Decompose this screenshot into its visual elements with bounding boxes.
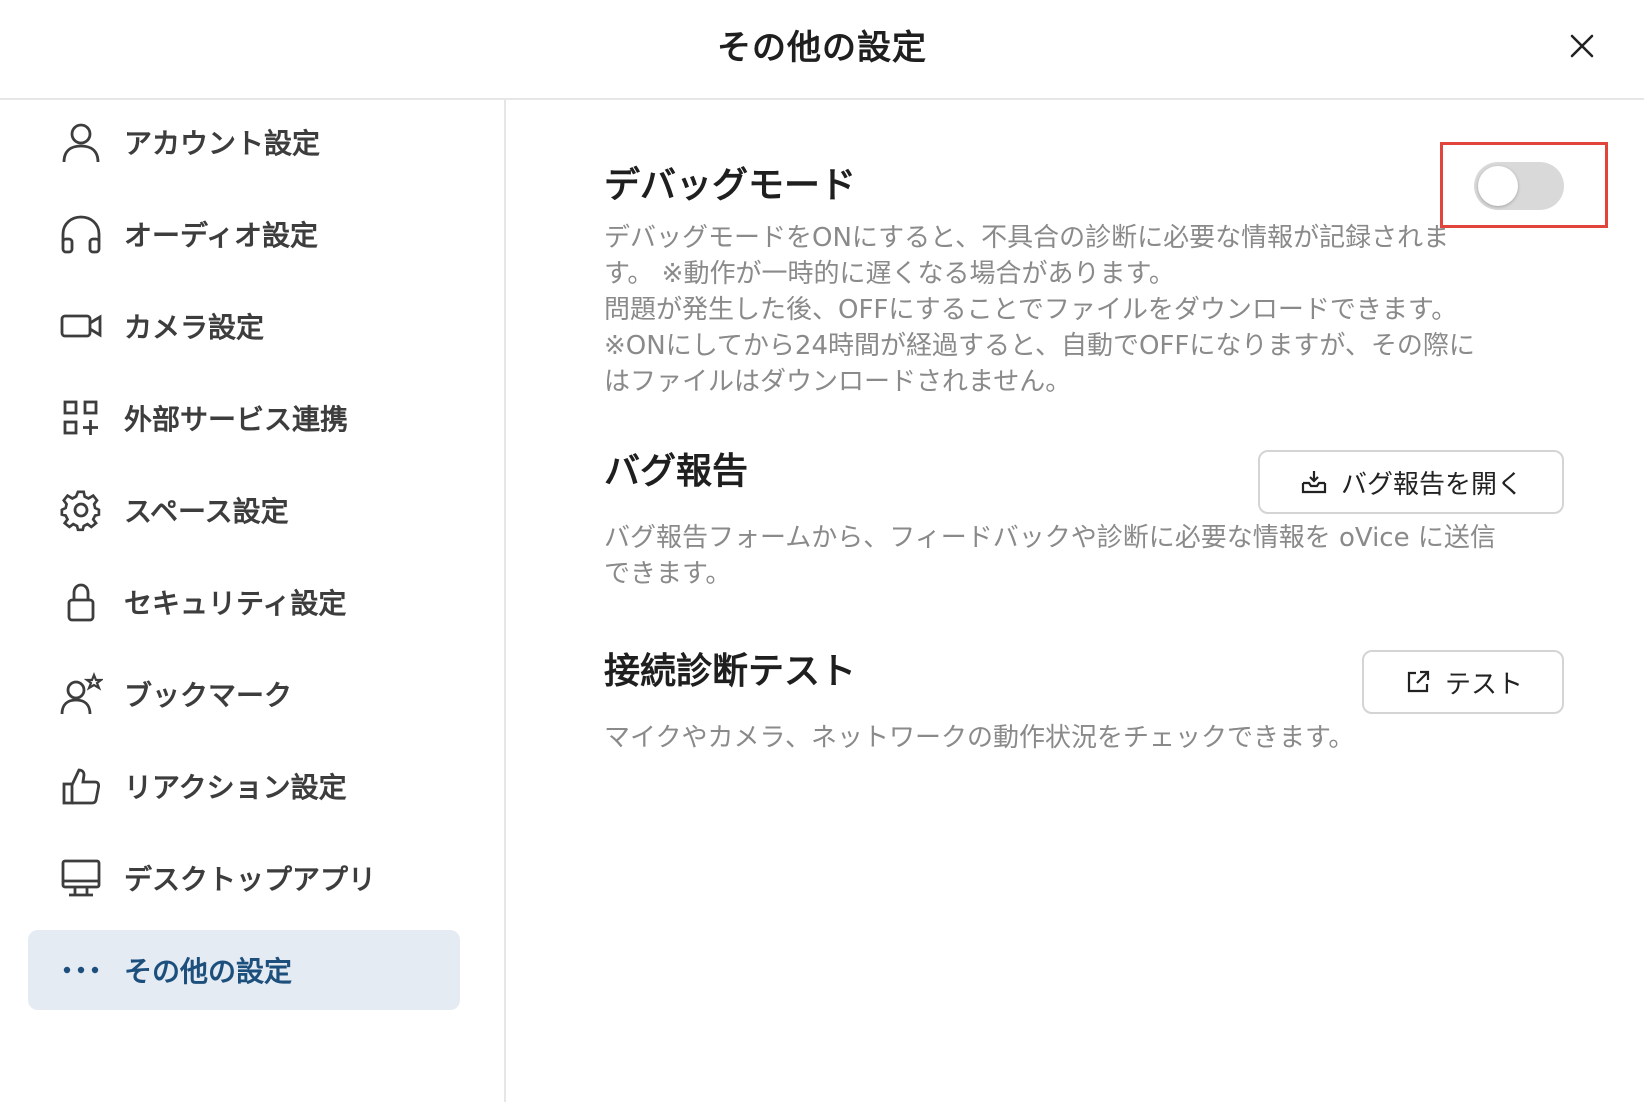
more-dots-icon	[58, 947, 104, 993]
monitor-icon	[58, 855, 104, 901]
sidebar-item-label: オーディオ設定	[124, 219, 319, 252]
sidebar-item-other-settings[interactable]: その他の設定	[28, 930, 460, 1010]
sidebar-item-account[interactable]: アカウント設定	[28, 102, 460, 182]
sidebar-item-bookmark[interactable]: ブックマーク	[28, 654, 460, 734]
sidebar-item-label: デスクトップアプリ	[124, 863, 377, 896]
sidebar-item-label: ブックマーク	[124, 679, 293, 712]
sidebar-item-integrations[interactable]: 外部サービス連携	[28, 378, 460, 458]
sidebar-item-label: アカウント設定	[124, 127, 321, 160]
sidebar-item-camera[interactable]: カメラ設定	[28, 286, 460, 366]
sidebar-item-desktop-app[interactable]: デスクトップアプリ	[28, 838, 460, 918]
video-camera-icon	[58, 303, 104, 349]
sidebar-item-reaction[interactable]: リアクション設定	[28, 746, 460, 826]
headphones-icon	[58, 211, 104, 257]
connection-test-button[interactable]: テスト	[1362, 650, 1564, 714]
sidebar-item-label: スペース設定	[124, 495, 289, 528]
sidebar-item-label: セキュリティ設定	[124, 587, 347, 620]
debug-mode-title: デバッグモード	[604, 165, 857, 206]
user-star-icon	[58, 671, 104, 717]
close-button[interactable]	[1560, 24, 1604, 68]
sidebar-item-label: リアクション設定	[124, 771, 347, 804]
sidebar: アカウント設定 オーディオ設定 カメラ設定 外部サービス連携 スペース設定 セキ…	[0, 100, 506, 1102]
external-link-icon	[1403, 667, 1433, 697]
debug-mode-toggle[interactable]	[1474, 162, 1564, 210]
open-bug-report-label: バグ報告を開く	[1340, 469, 1523, 500]
toggle-knob	[1478, 166, 1518, 206]
sidebar-item-label: カメラ設定	[124, 311, 265, 344]
sidebar-item-audio[interactable]: オーディオ設定	[28, 194, 460, 274]
sidebar-item-space[interactable]: スペース設定	[28, 470, 460, 550]
apps-grid-icon	[58, 395, 104, 441]
connection-test-title: 接続診断テスト	[604, 651, 857, 692]
close-icon	[1570, 34, 1594, 58]
inbox-download-icon	[1299, 467, 1329, 497]
connection-test-description: マイクやカメラ、ネットワークの動作状況をチェックできます。	[604, 723, 1355, 753]
sidebar-item-label: 外部サービス連携	[124, 403, 349, 436]
sidebar-item-security[interactable]: セキュリティ設定	[28, 562, 460, 642]
page-title: その他の設定	[717, 28, 927, 68]
dialog-header: その他の設定	[0, 0, 1644, 100]
settings-content: デバッグモード デバッグモードをONにすると、不具合の診断に必要な情報が記録され…	[506, 100, 1644, 1102]
lock-icon	[58, 579, 104, 625]
sidebar-item-label: その他の設定	[124, 955, 293, 988]
connection-test-label: テスト	[1444, 669, 1523, 700]
gear-icon	[58, 487, 104, 533]
open-bug-report-button[interactable]: バグ報告を開く	[1258, 450, 1564, 514]
debug-mode-description: デバッグモードをONにすると、不具合の診断に必要な情報が記録されま す。 ※動作…	[604, 223, 1475, 397]
thumbs-up-icon	[58, 763, 104, 809]
bug-report-description: バグ報告フォームから、フィードバックや診断に必要な情報を oVice に送信 で…	[604, 523, 1496, 589]
bug-report-title: バグ報告	[604, 451, 749, 492]
user-icon	[58, 119, 104, 165]
settings-dialog: その他の設定 アカウント設定 オーディオ設定 カメラ設定 外部サービス連携 スペ…	[0, 0, 1644, 1102]
